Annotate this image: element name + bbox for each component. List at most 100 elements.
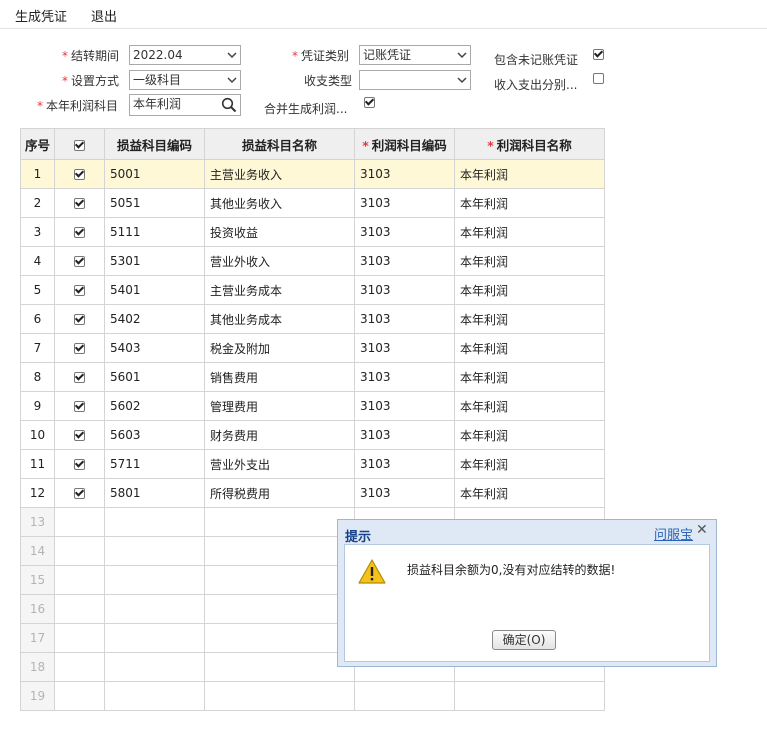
voucher-type-select[interactable]: 记账凭证 xyxy=(359,45,471,65)
header-select-all[interactable] xyxy=(54,128,105,160)
empty-cell[interactable] xyxy=(54,623,105,653)
row-pl-code[interactable]: 5402 xyxy=(104,304,205,334)
row-pl-name[interactable]: 其他业务收入 xyxy=(204,188,355,218)
merge-checkbox[interactable] xyxy=(364,97,375,108)
table-row[interactable]: 8 5601 销售费用 3103 本年利润 xyxy=(20,362,605,392)
row-select-cell[interactable] xyxy=(54,188,105,218)
row-profit-code[interactable]: 3103 xyxy=(354,188,455,218)
row-pl-code[interactable]: 5602 xyxy=(104,391,205,421)
income-expense-split-checkbox[interactable] xyxy=(593,73,604,84)
row-checkbox[interactable] xyxy=(74,459,85,470)
row-profit-name[interactable]: 本年利润 xyxy=(454,420,605,450)
row-profit-name[interactable]: 本年利润 xyxy=(454,391,605,421)
empty-cell[interactable] xyxy=(204,681,355,711)
empty-cell[interactable] xyxy=(204,623,355,653)
row-checkbox[interactable] xyxy=(74,227,85,238)
row-select-cell[interactable] xyxy=(54,275,105,305)
row-pl-name[interactable]: 投资收益 xyxy=(204,217,355,247)
row-pl-code[interactable]: 5401 xyxy=(104,275,205,305)
empty-cell[interactable] xyxy=(104,536,205,566)
income-type-select[interactable] xyxy=(359,70,471,90)
row-pl-name[interactable]: 营业外收入 xyxy=(204,246,355,276)
empty-cell[interactable] xyxy=(104,594,205,624)
dialog-help-link[interactable]: 问服宝 xyxy=(654,524,693,543)
row-profit-name[interactable]: 本年利润 xyxy=(454,275,605,305)
row-select-cell[interactable] xyxy=(54,246,105,276)
row-checkbox[interactable] xyxy=(74,401,85,412)
empty-cell[interactable] xyxy=(104,565,205,595)
row-pl-code[interactable]: 5711 xyxy=(104,449,205,479)
row-checkbox[interactable] xyxy=(74,314,85,325)
row-select-cell[interactable] xyxy=(54,391,105,421)
empty-cell[interactable] xyxy=(204,507,355,537)
row-profit-name[interactable]: 本年利润 xyxy=(454,217,605,247)
row-profit-name[interactable]: 本年利润 xyxy=(454,449,605,479)
empty-cell[interactable] xyxy=(354,681,455,711)
empty-cell[interactable] xyxy=(204,565,355,595)
row-select-cell[interactable] xyxy=(54,478,105,508)
row-pl-name[interactable]: 主营业务收入 xyxy=(204,159,355,189)
empty-cell[interactable] xyxy=(54,652,105,682)
table-row[interactable]: 10 5603 财务费用 3103 本年利润 xyxy=(20,420,605,450)
row-profit-name[interactable]: 本年利润 xyxy=(454,478,605,508)
table-row[interactable]: 2 5051 其他业务收入 3103 本年利润 xyxy=(20,188,605,218)
empty-cell[interactable] xyxy=(54,536,105,566)
ok-button[interactable]: 确定(O) xyxy=(492,630,556,650)
table-row[interactable]: 12 5801 所得税费用 3103 本年利润 xyxy=(20,478,605,508)
table-row[interactable]: 4 5301 营业外收入 3103 本年利润 xyxy=(20,246,605,276)
row-pl-name[interactable]: 营业外支出 xyxy=(204,449,355,479)
row-profit-code[interactable]: 3103 xyxy=(354,246,455,276)
row-profit-code[interactable]: 3103 xyxy=(354,478,455,508)
row-checkbox[interactable] xyxy=(74,343,85,354)
row-pl-name[interactable]: 销售费用 xyxy=(204,362,355,392)
row-select-cell[interactable] xyxy=(54,449,105,479)
table-row[interactable]: 5 5401 主营业务成本 3103 本年利润 xyxy=(20,275,605,305)
row-pl-code[interactable]: 5051 xyxy=(104,188,205,218)
row-profit-name[interactable]: 本年利润 xyxy=(454,159,605,189)
row-profit-name[interactable]: 本年利润 xyxy=(454,304,605,334)
row-checkbox[interactable] xyxy=(74,372,85,383)
table-row[interactable]: 3 5111 投资收益 3103 本年利润 xyxy=(20,217,605,247)
row-pl-name[interactable]: 所得税费用 xyxy=(204,478,355,508)
row-pl-code[interactable]: 5301 xyxy=(104,246,205,276)
empty-cell[interactable] xyxy=(54,565,105,595)
row-select-cell[interactable] xyxy=(54,304,105,334)
search-icon[interactable] xyxy=(221,97,237,113)
row-pl-code[interactable]: 5603 xyxy=(104,420,205,450)
generate-voucher-button[interactable]: 生成凭证 xyxy=(15,6,67,25)
row-profit-code[interactable]: 3103 xyxy=(354,304,455,334)
close-icon[interactable]: ✕ xyxy=(696,522,708,538)
table-row[interactable]: 11 5711 营业外支出 3103 本年利润 xyxy=(20,449,605,479)
row-pl-code[interactable]: 5801 xyxy=(104,478,205,508)
period-select[interactable]: 2022.04 xyxy=(129,45,241,65)
empty-cell[interactable] xyxy=(104,681,205,711)
row-profit-code[interactable]: 3103 xyxy=(354,159,455,189)
row-pl-code[interactable]: 5601 xyxy=(104,362,205,392)
exit-button[interactable]: 退出 xyxy=(91,6,117,25)
row-profit-code[interactable]: 3103 xyxy=(354,362,455,392)
row-profit-code[interactable]: 3103 xyxy=(354,449,455,479)
row-profit-name[interactable]: 本年利润 xyxy=(454,246,605,276)
setting-mode-select[interactable]: 一级科目 xyxy=(129,70,241,90)
include-unposted-checkbox[interactable] xyxy=(593,49,604,60)
empty-row[interactable]: 19 xyxy=(20,681,605,711)
row-pl-code[interactable]: 5111 xyxy=(104,217,205,247)
row-profit-code[interactable]: 3103 xyxy=(354,217,455,247)
table-row[interactable]: 7 5403 税金及附加 3103 本年利润 xyxy=(20,333,605,363)
empty-cell[interactable] xyxy=(54,507,105,537)
row-pl-name[interactable]: 税金及附加 xyxy=(204,333,355,363)
table-row[interactable]: 1 5001 主营业务收入 3103 本年利润 xyxy=(20,159,605,189)
row-select-cell[interactable] xyxy=(54,217,105,247)
row-pl-name[interactable]: 主营业务成本 xyxy=(204,275,355,305)
row-checkbox[interactable] xyxy=(74,256,85,267)
row-checkbox[interactable] xyxy=(74,198,85,209)
profit-account-input[interactable]: 本年利润 xyxy=(129,94,241,116)
row-checkbox[interactable] xyxy=(74,285,85,296)
row-profit-name[interactable]: 本年利润 xyxy=(454,362,605,392)
row-pl-name[interactable]: 财务费用 xyxy=(204,420,355,450)
row-profit-name[interactable]: 本年利润 xyxy=(454,188,605,218)
row-profit-name[interactable]: 本年利润 xyxy=(454,333,605,363)
empty-cell[interactable] xyxy=(104,652,205,682)
row-profit-code[interactable]: 3103 xyxy=(354,420,455,450)
empty-cell[interactable] xyxy=(204,594,355,624)
